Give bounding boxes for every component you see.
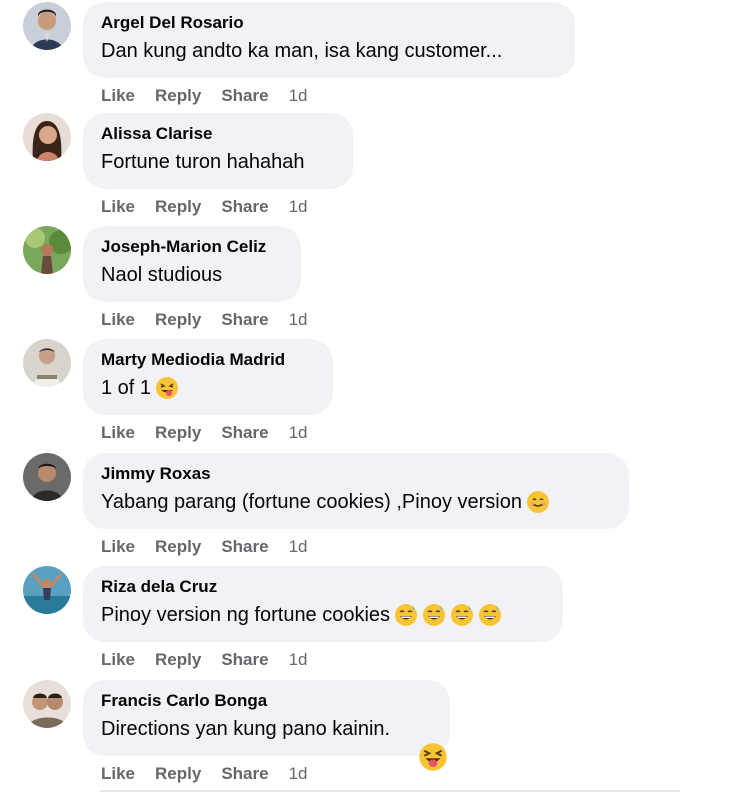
comment-bubble: Argel Del Rosario Dan kung andto ka man,… [83, 2, 575, 78]
sweat-smile-emoji [450, 603, 474, 627]
comment-text: 1 of 1 [101, 377, 152, 399]
comment-text: Fortune turon hahahah [101, 151, 305, 173]
share-button[interactable]: Share [221, 650, 268, 670]
comment-timestamp[interactable]: 1d [289, 310, 308, 330]
comment-timestamp[interactable]: 1d [289, 764, 308, 784]
like-button[interactable]: Like [101, 310, 135, 330]
comment-timestamp[interactable]: 1d [289, 197, 308, 217]
avatar[interactable] [23, 453, 71, 501]
sweat-smile-emoji [422, 603, 446, 627]
comment-actions: Like Reply Share 1d [101, 197, 308, 217]
sweat-smile-emoji [394, 603, 418, 627]
reply-button[interactable]: Reply [155, 650, 201, 670]
avatar[interactable] [23, 113, 71, 161]
comment-author[interactable]: Riza dela Cruz [101, 576, 545, 598]
smiling-emoji [526, 490, 550, 514]
comment-author[interactable]: Alissa Clarise [101, 123, 335, 145]
share-button[interactable]: Share [221, 197, 268, 217]
avatar[interactable] [23, 2, 71, 50]
like-button[interactable]: Like [101, 197, 135, 217]
divider [100, 790, 680, 792]
comment-bubble: Marty Mediodia Madrid 1 of 1 [83, 339, 333, 415]
comment-actions: Like Reply Share 1d [101, 650, 308, 670]
comment-author[interactable]: Jimmy Roxas [101, 463, 611, 485]
reply-button[interactable]: Reply [155, 537, 201, 557]
comment-actions: Like Reply Share 1d [101, 310, 308, 330]
comment-bubble: Riza dela Cruz Pinoy version ng fortune … [83, 566, 563, 642]
comment-timestamp[interactable]: 1d [289, 423, 308, 443]
like-button[interactable]: Like [101, 537, 135, 557]
comment-bubble: Jimmy Roxas Yabang parang (fortune cooki… [83, 453, 629, 529]
comment-text: Pinoy version ng fortune cookies [101, 604, 391, 626]
like-button[interactable]: Like [101, 86, 135, 106]
comment-actions: Like Reply Share 1d [101, 423, 308, 443]
squinting-tongue-emoji [418, 742, 448, 772]
comment-author[interactable]: Argel Del Rosario [101, 12, 557, 34]
grinning-tongue-emoji [155, 376, 179, 400]
reply-button[interactable]: Reply [155, 310, 201, 330]
comment-bubble: Joseph-Marion Celiz Naol studious [83, 226, 301, 302]
share-button[interactable]: Share [221, 86, 268, 106]
like-button[interactable]: Like [101, 764, 135, 784]
comment-actions: Like Reply Share 1d [101, 764, 308, 784]
like-button[interactable]: Like [101, 423, 135, 443]
comment-actions: Like Reply Share 1d [101, 86, 308, 106]
comment-text: Dan kung andto ka man, isa kang customer… [101, 40, 503, 62]
comment-timestamp[interactable]: 1d [289, 650, 308, 670]
share-button[interactable]: Share [221, 423, 268, 443]
reply-button[interactable]: Reply [155, 86, 201, 106]
avatar[interactable] [23, 226, 71, 274]
comment-actions: Like Reply Share 1d [101, 537, 308, 557]
comment-text: Directions yan kung pano kainin. [101, 718, 391, 740]
avatar[interactable] [23, 680, 71, 728]
share-button[interactable]: Share [221, 764, 268, 784]
comment-author[interactable]: Francis Carlo Bonga [101, 690, 432, 712]
comment-bubble: Alissa Clarise Fortune turon hahahah [83, 113, 353, 189]
sweat-smile-emoji [478, 603, 502, 627]
reply-button[interactable]: Reply [155, 197, 201, 217]
reply-button[interactable]: Reply [155, 423, 201, 443]
comment-text: Naol studious [101, 264, 223, 286]
avatar[interactable] [23, 339, 71, 387]
reply-button[interactable]: Reply [155, 764, 201, 784]
comment-author[interactable]: Joseph-Marion Celiz [101, 236, 283, 258]
like-button[interactable]: Like [101, 650, 135, 670]
comment-timestamp[interactable]: 1d [289, 86, 308, 106]
comment-bubble: Francis Carlo Bonga Directions yan kung … [83, 680, 450, 756]
comment-author[interactable]: Marty Mediodia Madrid [101, 349, 315, 371]
avatar[interactable] [23, 566, 71, 614]
share-button[interactable]: Share [221, 537, 268, 557]
comment-timestamp[interactable]: 1d [289, 537, 308, 557]
share-button[interactable]: Share [221, 310, 268, 330]
comment-text: Yabang parang (fortune cookies) ,Pinoy v… [101, 491, 522, 513]
